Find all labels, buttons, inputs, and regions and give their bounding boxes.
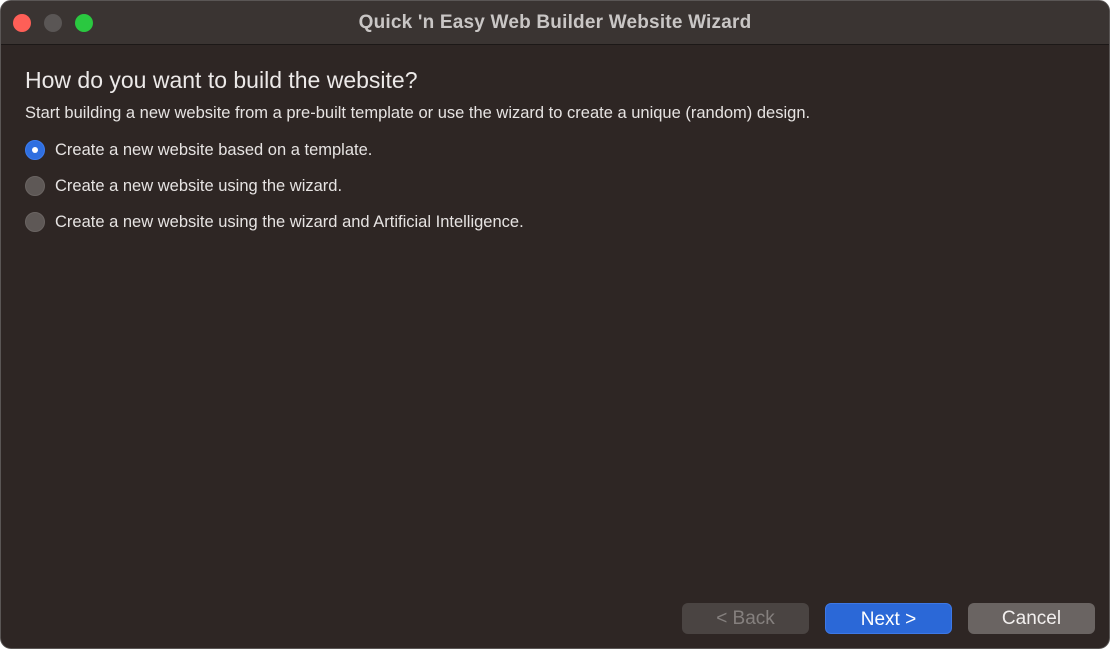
option-template[interactable]: Create a new website based on a template…	[25, 139, 372, 161]
radio-button[interactable]	[25, 176, 45, 196]
option-label: Create a new website based on a template…	[55, 140, 373, 159]
next-button[interactable]: Next >	[825, 603, 952, 634]
radio-button[interactable]	[25, 212, 45, 232]
option-label: Create a new website using the wizard an…	[55, 212, 524, 231]
wizard-window: Quick 'n Easy Web Builder Website Wizard…	[0, 0, 1110, 649]
option-wizard-ai[interactable]: Create a new website using the wizard an…	[25, 211, 524, 233]
back-button: < Back	[682, 603, 809, 634]
option-wizard[interactable]: Create a new website using the wizard.	[25, 175, 342, 197]
page-subtitle: Start building a new website from a pre-…	[25, 104, 811, 122]
window-title: Quick 'n Easy Web Builder Website Wizard	[358, 12, 752, 33]
radio-button-selected[interactable]	[25, 140, 45, 160]
page-heading: How do you want to build the website?	[25, 67, 418, 93]
option-label: Create a new website using the wizard.	[55, 176, 343, 195]
title-bar[interactable]: Quick 'n Easy Web Builder Website Wizard	[1, 1, 1109, 45]
cancel-button[interactable]: Cancel	[968, 603, 1095, 634]
